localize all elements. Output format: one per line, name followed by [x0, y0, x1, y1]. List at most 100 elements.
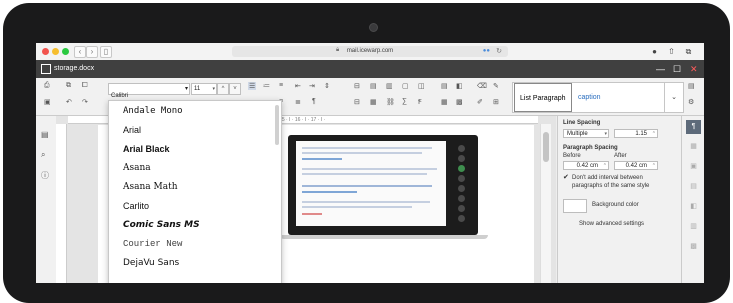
dropdown-scrollbar-thumb[interactable]	[275, 105, 279, 145]
align-justify-icon[interactable]: ≣	[295, 98, 301, 106]
line-spacing-mode-value: Multiple	[567, 131, 588, 137]
font-name-combo[interactable]: Calibri ▾	[108, 83, 190, 99]
scrollbar-thumb[interactable]	[543, 132, 549, 162]
group-icon[interactable]: ▩	[456, 98, 463, 106]
sidebar-icon[interactable]: ▯	[100, 46, 112, 58]
url-bar[interactable]: 🔒︎ mail.icewarp.com ●● ↻	[232, 46, 508, 57]
laptop-frame: ‹ › ▯ 🔒︎ mail.icewarp.com ●● ↻ ● ⇧ ⧉ sto…	[3, 3, 730, 303]
view-settings-icon[interactable]: ▤	[688, 82, 695, 90]
before-spacing-value: 0.42 cm	[576, 163, 598, 169]
paragraph-settings-panel: Line Spacing Multiple ▾ 1.15 ⌃ Paragraph…	[557, 116, 682, 283]
style-caption[interactable]: caption	[573, 83, 606, 112]
right-tab-bar: ¶ ▦ ▣ ▤ ◧ ▥ ▩	[681, 116, 704, 283]
gear-icon[interactable]: ⚙	[688, 98, 694, 106]
dont-add-interval-checkbox[interactable]: ✔	[563, 173, 569, 181]
spinner-icon[interactable]: ⌃	[652, 162, 656, 171]
dropcap-icon[interactable]: Ꞙ	[418, 98, 422, 107]
after-spacing-input[interactable]: 0.42 cm ⌃	[614, 161, 658, 170]
font-name-value: Calibri	[111, 93, 129, 99]
font-option-asana-math[interactable]: Asana Math	[123, 182, 178, 192]
multilevel-list-icon[interactable]: ≡	[279, 82, 283, 89]
close-button[interactable]: ✕	[690, 60, 698, 78]
style-gallery: List Paragraph caption ⌄	[512, 82, 684, 113]
equation-icon[interactable]: ∑	[402, 98, 407, 105]
style-list-paragraph[interactable]: List Paragraph	[514, 83, 572, 112]
chart-icon[interactable]: ▥	[386, 82, 393, 90]
decrease-indent-icon[interactable]: ⇤	[295, 82, 301, 90]
brush-icon[interactable]: ✐	[477, 98, 483, 106]
undo-icon[interactable]: ↶	[66, 98, 72, 106]
info-icon[interactable]: ⓘ	[41, 170, 49, 181]
paste-icon[interactable]: ⧠	[82, 82, 88, 90]
line-spacing-icon[interactable]: ⇕	[324, 82, 330, 90]
font-size-combo[interactable]: 11 ▾	[191, 83, 217, 95]
show-advanced-settings-link[interactable]: Show advanced settings	[579, 221, 644, 227]
spinner-icon[interactable]: ⌃	[652, 130, 656, 139]
increase-font-button[interactable]: ^	[217, 83, 229, 95]
tabs-icon[interactable]: ⧉	[683, 46, 694, 57]
line-spacing-value-input[interactable]: 1.15 ⌃	[614, 129, 658, 138]
chevron-left-icon[interactable]: ‹	[74, 46, 86, 58]
chart-settings-tab-icon[interactable]: ▥	[686, 220, 701, 234]
textbox-icon[interactable]: ▢	[402, 82, 409, 90]
image-icon[interactable]: ▤	[370, 82, 377, 90]
font-option-courier-new[interactable]: Courier New	[123, 239, 182, 249]
align-objects-icon[interactable]: ▦	[441, 98, 448, 106]
chevron-right-icon[interactable]: ›	[86, 46, 98, 58]
chevron-down-icon[interactable]: ⌄	[664, 83, 683, 112]
shape-settings-tab-icon[interactable]: ◧	[686, 200, 701, 214]
line-spacing-label: Line Spacing	[563, 120, 601, 126]
search-icon[interactable]: ⌕	[41, 150, 45, 160]
spinner-icon[interactable]: ⌃	[603, 162, 607, 171]
image-settings-tab-icon[interactable]: ▣	[686, 160, 701, 174]
wrap-icon[interactable]: ▤	[441, 82, 448, 90]
vertical-ruler[interactable]	[56, 124, 67, 283]
line-spacing-mode-select[interactable]: Multiple ▾	[563, 129, 609, 138]
arrange-icon[interactable]: ◧	[456, 82, 463, 90]
bullet-list-icon[interactable]: ☰	[248, 82, 257, 90]
copy-style-icon[interactable]: ✎	[493, 82, 499, 90]
table-icon[interactable]: ⊟	[354, 82, 360, 90]
font-option-carlito[interactable]: Carlito	[123, 201, 149, 211]
textart-icon[interactable]: ◫	[418, 82, 425, 90]
textart-settings-tab-icon[interactable]: ▩	[686, 240, 701, 254]
font-option-arial[interactable]: Arial	[123, 125, 141, 135]
redo-icon[interactable]: ↷	[82, 98, 88, 106]
numbered-list-icon[interactable]: ≔	[263, 82, 270, 90]
font-option-comic-sans-ms[interactable]: Comic Sans MS	[123, 220, 200, 230]
print-icon[interactable]: ⎙	[44, 82, 50, 90]
shape-icon[interactable]: ▦	[370, 98, 377, 106]
camera	[369, 23, 378, 32]
maximize-window-dot[interactable]	[62, 48, 69, 55]
paragraph-tab-icon[interactable]: ¶	[686, 120, 701, 134]
decrease-font-button[interactable]: ˅	[229, 83, 241, 95]
save-icon[interactable]: ▣	[44, 98, 51, 106]
background-color-swatch[interactable]	[563, 199, 587, 213]
share-icon[interactable]: ⇧	[666, 46, 677, 57]
close-window-dot[interactable]	[42, 48, 49, 55]
vertical-scrollbar[interactable]	[540, 124, 551, 283]
paragraph-mark-icon[interactable]: ¶	[312, 98, 316, 105]
navigation-icon[interactable]: ▤	[41, 130, 49, 139]
maximize-button[interactable]: ☐	[673, 60, 681, 78]
header-icon[interactable]: ⊟	[354, 98, 360, 106]
download-icon[interactable]: ●	[649, 46, 660, 57]
link-icon[interactable]: ⛓	[386, 98, 395, 106]
browser-bar: ‹ › ▯ 🔒︎ mail.icewarp.com ●● ↻ ● ⇧ ⧉	[36, 43, 704, 61]
clear-style-icon[interactable]: ⌫	[477, 82, 487, 90]
chevron-down-icon: ▾	[212, 86, 215, 92]
header-footer-tab-icon[interactable]: ▤	[686, 180, 701, 194]
increase-indent-icon[interactable]: ⇥	[309, 82, 315, 90]
chevron-down-icon: ▾	[604, 131, 607, 137]
table-settings-tab-icon[interactable]: ▦	[686, 140, 701, 154]
reload-icon[interactable]: ↻	[496, 46, 502, 57]
mail-merge-icon[interactable]: ⊞	[493, 98, 499, 106]
font-option-arial-black[interactable]: Arial Black	[123, 144, 170, 154]
minimize-button[interactable]: —	[656, 60, 665, 78]
font-option-andale-mono[interactable]: Andale Mono	[123, 106, 183, 116]
font-option-asana[interactable]: Asana	[123, 163, 151, 173]
font-option-dejavu-sans[interactable]: DejaVu Sans	[123, 258, 179, 268]
minimize-window-dot[interactable]	[52, 48, 59, 55]
before-spacing-input[interactable]: 0.42 cm ⌃	[563, 161, 609, 170]
copy-icon[interactable]: ⧉	[66, 82, 71, 90]
